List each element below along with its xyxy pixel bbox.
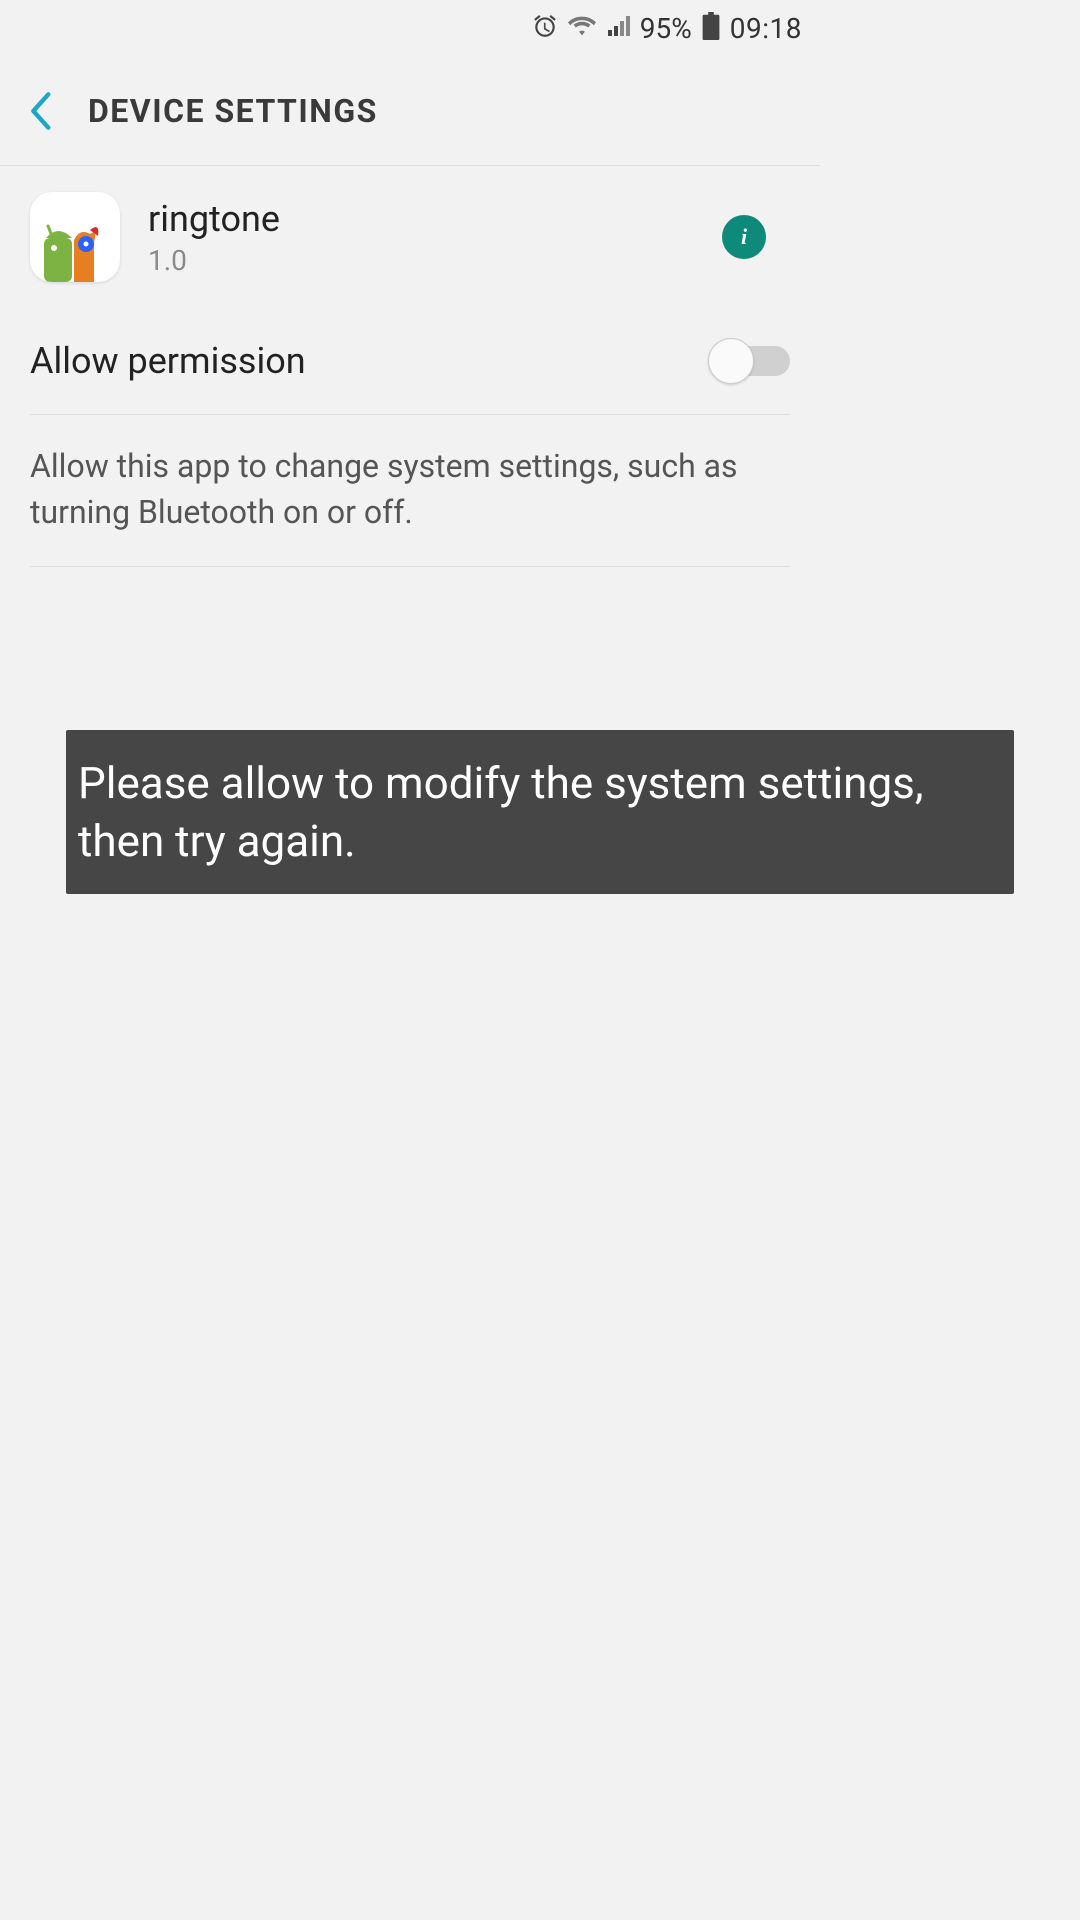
page-title: DEVICE SETTINGS <box>88 92 378 130</box>
allow-permission-toggle[interactable] <box>708 338 790 384</box>
toast-message: Please allow to modify the system settin… <box>66 730 1014 894</box>
divider <box>30 566 790 567</box>
alarm-icon <box>532 13 558 43</box>
battery-icon <box>702 12 720 44</box>
app-info-button[interactable]: i <box>722 215 766 259</box>
toggle-thumb <box>708 338 754 384</box>
app-version: 1.0 <box>148 244 694 277</box>
status-bar: 95% 09:18 <box>0 0 820 56</box>
signal-icon <box>606 14 630 42</box>
app-header-row: ringtone 1.0 i <box>0 166 820 308</box>
back-button[interactable] <box>20 91 60 131</box>
app-info: ringtone 1.0 <box>148 198 694 277</box>
battery-percent: 95% <box>640 12 692 45</box>
app-name: ringtone <box>148 198 694 240</box>
wifi-icon <box>568 14 596 42</box>
info-icon: i <box>741 224 747 250</box>
allow-permission-label: Allow permission <box>30 340 306 382</box>
chevron-left-icon <box>27 91 53 131</box>
allow-permission-row[interactable]: Allow permission <box>30 308 790 414</box>
status-time: 09:18 <box>730 12 802 45</box>
app-icon <box>30 192 120 282</box>
permission-description: Allow this app to change system settings… <box>30 415 790 566</box>
app-bar: DEVICE SETTINGS <box>0 56 820 166</box>
